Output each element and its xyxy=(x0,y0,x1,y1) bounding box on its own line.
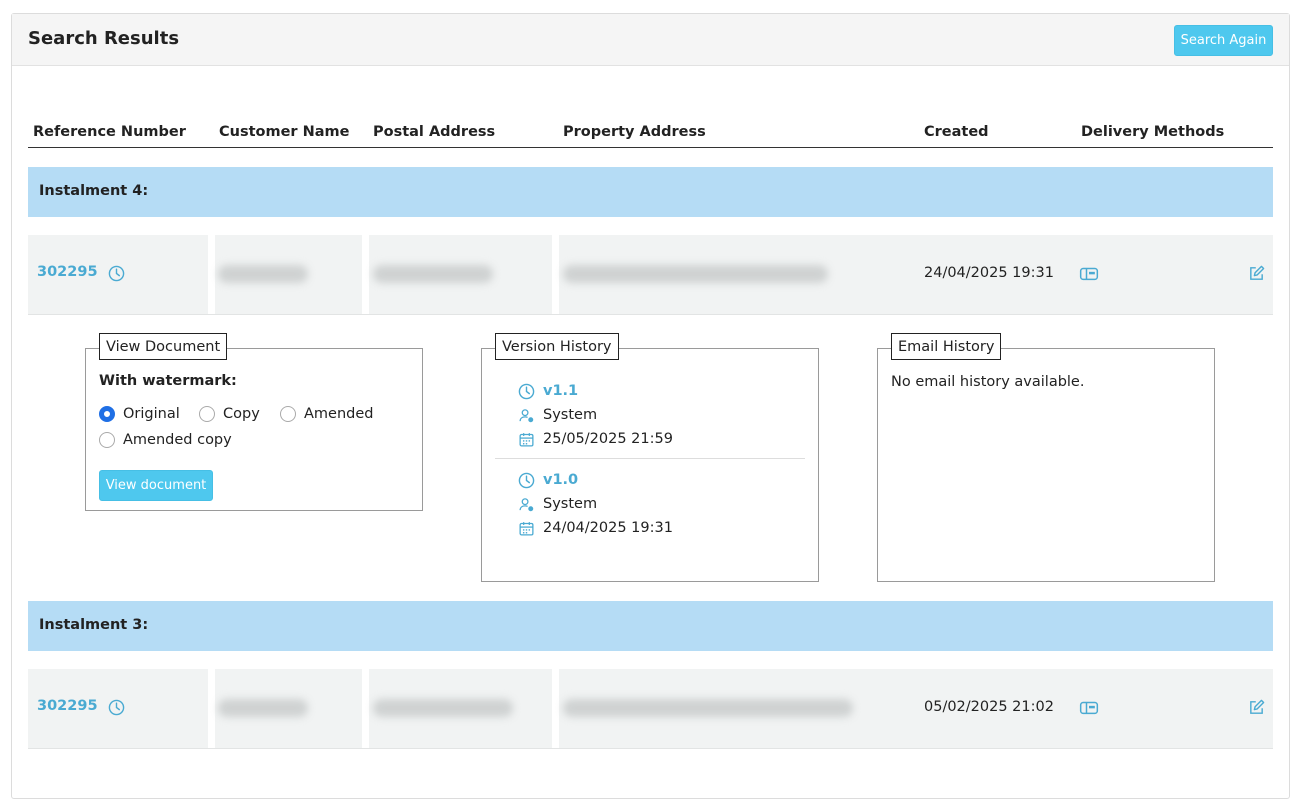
customer-name-redacted xyxy=(218,265,308,283)
cell-divider xyxy=(362,235,369,314)
version-divider xyxy=(495,458,805,459)
group-label: Instalment 3: xyxy=(39,617,149,633)
clock-icon[interactable] xyxy=(108,699,125,716)
column-header-property-address[interactable]: Property Address xyxy=(563,124,706,140)
radio-button[interactable] xyxy=(199,406,215,422)
clock-icon[interactable] xyxy=(108,265,125,282)
cell-divider xyxy=(208,235,215,314)
edit-icon[interactable] xyxy=(1248,265,1265,282)
column-header-reference-number[interactable]: Reference Number xyxy=(33,124,186,140)
cell-divider xyxy=(552,235,559,314)
radio-label[interactable]: Amended copy xyxy=(123,432,232,448)
radio-label[interactable]: Amended xyxy=(304,406,373,422)
column-header-delivery-methods[interactable]: Delivery Methods xyxy=(1081,124,1224,140)
email-history-fieldset: Email History No email history available… xyxy=(877,333,1215,582)
property-address-redacted xyxy=(563,265,828,283)
mailbox-icon[interactable] xyxy=(1079,265,1099,282)
table-row[interactable]: 302295 05/02/2025 21:02 xyxy=(28,669,1273,749)
table-row[interactable]: 302295 24/04/2025 19:31 xyxy=(28,235,1273,315)
column-header-created[interactable]: Created xyxy=(924,124,989,140)
cell-divider xyxy=(208,669,215,748)
user-icon xyxy=(519,497,534,511)
radio-original[interactable]: Original xyxy=(99,405,180,423)
version-line[interactable]: v1.1 xyxy=(518,382,578,400)
calendar-icon xyxy=(519,432,534,447)
postal-address-redacted xyxy=(373,265,493,283)
version-date: 24/04/2025 19:31 xyxy=(543,520,673,536)
version-date-line: 24/04/2025 19:31 xyxy=(518,519,673,537)
version-user-line: System xyxy=(518,406,597,424)
view-document-fieldset: View Document With watermark: Original C… xyxy=(85,333,423,511)
mailbox-icon[interactable] xyxy=(1079,699,1099,716)
search-results-panel: Search Results Search Again Reference Nu… xyxy=(11,13,1290,799)
view-document-button[interactable]: View document xyxy=(99,470,213,501)
search-again-button[interactable]: Search Again xyxy=(1174,25,1273,56)
postal-address-redacted xyxy=(373,699,513,717)
reference-number-link[interactable]: 302295 xyxy=(37,698,98,714)
version-user: System xyxy=(543,407,598,423)
panel-header: Search Results Search Again xyxy=(12,14,1289,66)
radio-button[interactable] xyxy=(99,432,115,448)
version-user-line: System xyxy=(518,495,597,513)
radio-button[interactable] xyxy=(99,406,115,422)
group-header-instalment-3: Instalment 3: xyxy=(28,601,1273,651)
property-address-redacted xyxy=(563,699,853,717)
view-document-legend: View Document xyxy=(99,333,228,360)
version-number[interactable]: v1.0 xyxy=(543,472,578,488)
radio-label[interactable]: Original xyxy=(123,406,180,422)
column-header-postal-address[interactable]: Postal Address xyxy=(373,124,495,140)
radio-button[interactable] xyxy=(280,406,296,422)
clock-icon xyxy=(518,472,535,488)
email-history-empty-text: No email history available. xyxy=(891,374,1085,390)
radio-copy[interactable]: Copy xyxy=(199,405,260,423)
group-label: Instalment 4: xyxy=(39,183,149,199)
calendar-icon xyxy=(519,521,534,536)
version-history-legend: Version History xyxy=(495,333,619,360)
column-header-customer-name[interactable]: Customer Name xyxy=(219,124,350,140)
group-header-instalment-4: Instalment 4: xyxy=(28,167,1273,217)
version-date: 25/05/2025 21:59 xyxy=(543,431,673,447)
radio-amended[interactable]: Amended xyxy=(280,405,373,423)
created-date: 24/04/2025 19:31 xyxy=(924,265,1054,281)
version-user: System xyxy=(543,496,598,512)
email-history-legend: Email History xyxy=(891,333,1002,360)
customer-name-redacted xyxy=(218,699,308,717)
clock-icon xyxy=(518,383,535,399)
table-header: Reference Number Customer Name Postal Ad… xyxy=(28,121,1273,148)
version-line[interactable]: v1.0 xyxy=(518,471,578,489)
user-icon xyxy=(519,408,534,422)
page-title: Search Results xyxy=(28,28,180,49)
version-date-line: 25/05/2025 21:59 xyxy=(518,430,673,448)
edit-icon[interactable] xyxy=(1248,699,1265,716)
version-history-fieldset: Version History v1.1 System 25/05/2025 2… xyxy=(481,333,819,582)
cell-divider xyxy=(362,669,369,748)
version-number[interactable]: v1.1 xyxy=(543,383,578,399)
created-date: 05/02/2025 21:02 xyxy=(924,699,1054,715)
radio-label[interactable]: Copy xyxy=(223,406,260,422)
cell-divider xyxy=(552,669,559,748)
watermark-label: With watermark: xyxy=(99,373,237,389)
radio-amended-copy[interactable]: Amended copy xyxy=(99,431,232,449)
reference-number-link[interactable]: 302295 xyxy=(37,264,98,280)
